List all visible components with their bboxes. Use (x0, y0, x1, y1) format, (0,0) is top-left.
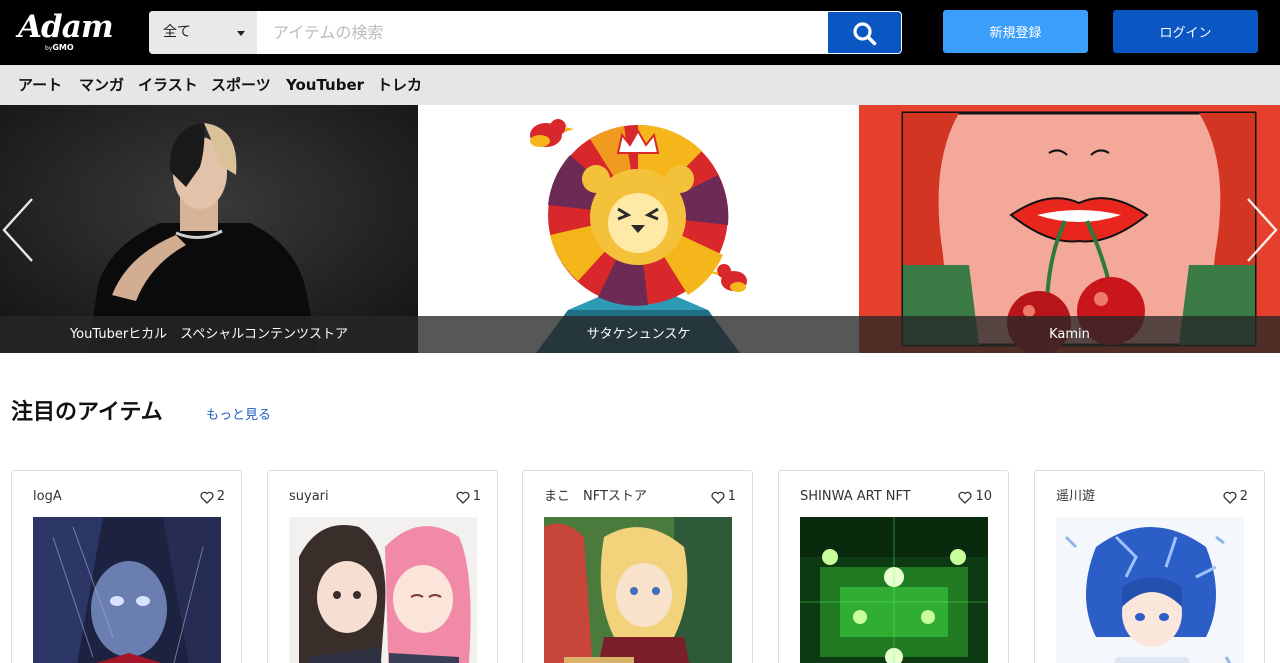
card-creator-name[interactable]: まこ NFTストア (544, 488, 647, 506)
login-button[interactable]: ログイン (1113, 10, 1258, 53)
caret-down-icon (237, 31, 245, 36)
banner-caption: Kamin (859, 316, 1280, 353)
card-like-count[interactable]: 1 (456, 488, 481, 506)
category-trading-cards[interactable]: トレカ (377, 76, 422, 95)
heart-icon (958, 491, 972, 504)
banner-slide-kamin[interactable]: Kamin (859, 105, 1280, 353)
item-artwork-image[interactable] (800, 517, 988, 663)
card-creator-name[interactable]: suyari (289, 488, 329, 506)
category-manga[interactable]: マンガ (79, 76, 124, 95)
item-artwork-image[interactable] (544, 517, 732, 663)
item-card[interactable]: 遥川遊 2 (1034, 470, 1265, 663)
header: Adam byGMO 全て 新規登録 ログイン (0, 0, 1280, 65)
search-category-label: 全て (163, 24, 191, 40)
category-youtuber[interactable]: YouTuber (286, 76, 364, 95)
heart-icon (200, 491, 214, 504)
item-card[interactable]: まこ NFTストア 1 (522, 470, 753, 663)
heart-icon (711, 491, 725, 504)
banner-slide-satake[interactable]: サタケシュンスケ (418, 105, 859, 353)
card-like-count[interactable]: 2 (200, 488, 225, 506)
card-like-count[interactable]: 10 (958, 488, 992, 506)
heart-icon (456, 491, 470, 504)
card-creator-name[interactable]: SHINWA ART NFT (800, 488, 911, 506)
item-card[interactable]: SHINWA ART NFT 10 (778, 470, 1009, 663)
see-more-link[interactable]: もっと見る (206, 407, 271, 425)
search-bar: 全て (149, 11, 902, 54)
search-button[interactable] (828, 12, 901, 53)
logo-wordmark: Adam (18, 9, 114, 45)
item-artwork-image[interactable] (33, 517, 221, 663)
card-creator-name[interactable]: 遥川遊 (1056, 488, 1095, 506)
logo-subtitle: byGMO (45, 43, 74, 52)
card-creator-name[interactable]: logA (33, 488, 62, 506)
category-sports[interactable]: スポーツ (211, 76, 271, 95)
search-input[interactable] (257, 11, 828, 54)
category-nav: アート マンガ イラスト スポーツ YouTuber トレカ (0, 65, 1280, 105)
search-category-select[interactable]: 全て (149, 11, 257, 54)
banner-caption: YouTuberヒカル スペシャルコンテンツストア (0, 316, 418, 353)
item-card[interactable]: suyari 1 (267, 470, 498, 663)
section-title-featured: 注目のアイテム (11, 400, 163, 425)
category-illust[interactable]: イラスト (138, 76, 198, 95)
card-like-count[interactable]: 2 (1223, 488, 1248, 506)
category-art[interactable]: アート (18, 76, 62, 95)
item-card[interactable]: logA 2 (11, 470, 242, 663)
banner-caption: サタケシュンスケ (418, 316, 859, 353)
search-icon (853, 22, 877, 46)
item-artwork-image[interactable] (1056, 517, 1244, 663)
carousel-prev-arrow-icon[interactable] (0, 197, 36, 263)
card-like-count[interactable]: 1 (711, 488, 736, 506)
register-button[interactable]: 新規登録 (943, 10, 1088, 53)
heart-icon (1223, 491, 1237, 504)
carousel-next-arrow-icon[interactable] (1244, 197, 1280, 263)
item-artwork-image[interactable] (289, 517, 477, 663)
adam-logo[interactable]: Adam byGMO (18, 9, 114, 55)
banner-slide-hikaru[interactable]: YouTuberヒカル スペシャルコンテンツストア (0, 105, 418, 353)
banner-carousel: YouTuberヒカル スペシャルコンテンツストア サタケシュンスケ Kamin (0, 105, 1280, 353)
